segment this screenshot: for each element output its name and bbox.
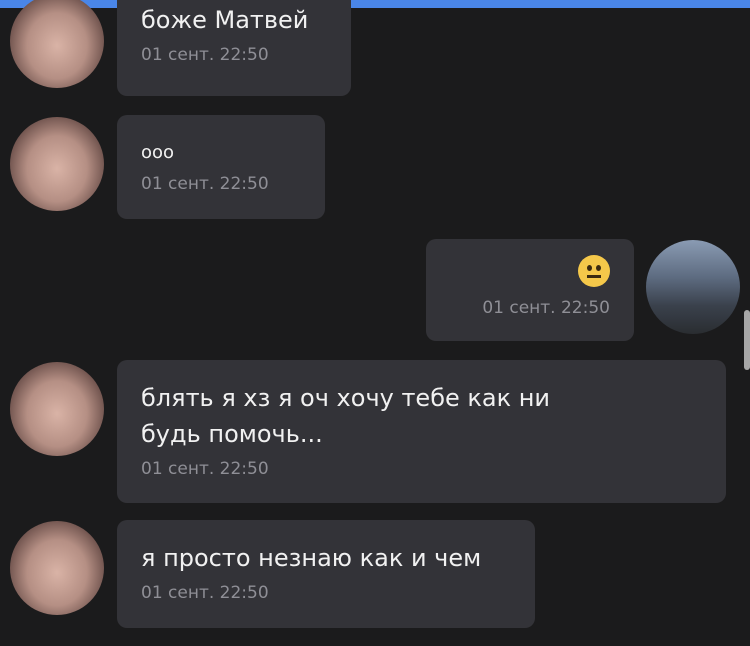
avatar[interactable] <box>10 521 104 615</box>
message-text: ооо <box>141 142 175 163</box>
avatar[interactable] <box>10 0 104 88</box>
message-text: блять я хз я оч хочу тебе как ни будь по… <box>141 384 551 448</box>
avatar[interactable] <box>646 240 740 334</box>
message-time: 01 сент. 22:50 <box>141 45 269 65</box>
message-bubble[interactable]: боже Матвей 01 сент. 22:50 <box>117 0 351 96</box>
scrollbar[interactable] <box>744 310 750 370</box>
message-bubble[interactable]: я просто незнаю как и чем 01 сент. 22:50 <box>117 520 535 628</box>
avatar[interactable] <box>10 362 104 456</box>
message-time: 01 сент. 22:50 <box>141 174 269 194</box>
message-time: 01 сент. 22:50 <box>141 583 269 603</box>
message-bubble[interactable]: ооо 01 сент. 22:50 <box>117 115 325 219</box>
avatar[interactable] <box>10 117 104 211</box>
message-time: 01 сент. 22:50 <box>141 459 269 479</box>
message-bubble-outgoing[interactable]: 01 сент. 22:50 <box>426 239 634 341</box>
neutral-face-icon <box>450 255 610 291</box>
message-bubble[interactable]: блять я хз я оч хочу тебе как ни будь по… <box>117 360 726 503</box>
message-text: боже Матвей <box>141 6 309 34</box>
message-time: 01 сент. 22:50 <box>482 298 610 318</box>
message-text: я просто незнаю как и чем <box>141 544 482 572</box>
top-accent-bar <box>0 0 750 8</box>
